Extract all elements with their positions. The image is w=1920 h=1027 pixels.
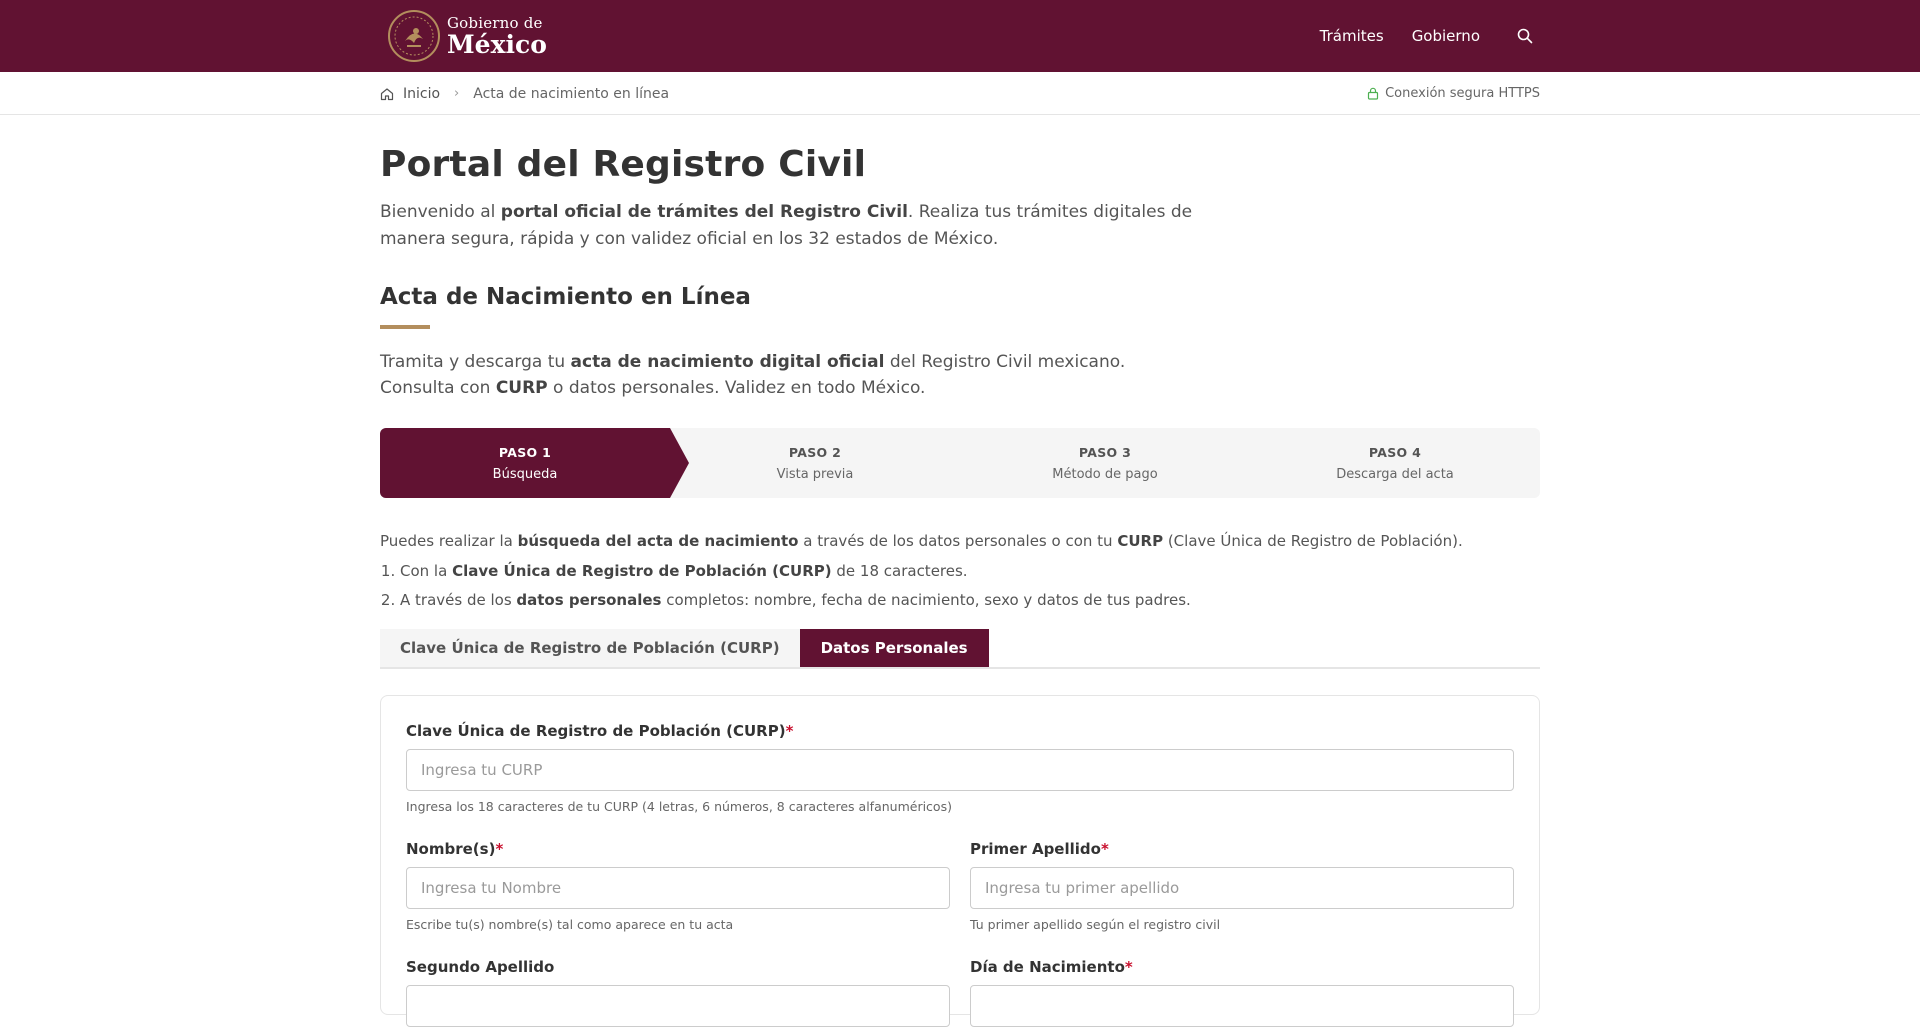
search-form: Clave Única de Registro de Población (CU… bbox=[380, 695, 1540, 1027]
top-header: Gobierno de México Trámites Gobierno bbox=[0, 0, 1920, 72]
intro-text: Bienvenido al portal oficial de trámites… bbox=[380, 202, 1193, 249]
page-title: Portal del Registro Civil bbox=[380, 144, 867, 185]
nombre-label: Nombre(s)* bbox=[406, 840, 504, 858]
step-2: PASO 2 Vista previa bbox=[670, 428, 960, 498]
list-item: A través de los datos personales complet… bbox=[400, 591, 1540, 609]
primer-apellido-input[interactable] bbox=[970, 867, 1514, 909]
step-label: Búsqueda bbox=[492, 466, 558, 482]
title-underline bbox=[380, 325, 430, 329]
home-icon[interactable] bbox=[380, 87, 394, 101]
segundo-apellido-input[interactable] bbox=[406, 985, 950, 1027]
primer-apellido-label: Primer Apellido* bbox=[970, 840, 1109, 858]
breadcrumb-current: Acta de nacimiento en línea bbox=[473, 85, 670, 102]
secure-connection: Conexión segura HTTPS bbox=[1367, 86, 1540, 101]
logo-line2: México bbox=[447, 29, 547, 59]
search-icon[interactable] bbox=[1516, 27, 1534, 45]
step-number: PASO 3 bbox=[1078, 444, 1132, 460]
main-nav: Trámites Gobierno bbox=[1292, 27, 1534, 45]
main-content: Portal del Registro Civil Bienvenido al … bbox=[380, 116, 1540, 1027]
step-label: Vista previa bbox=[776, 466, 854, 482]
search-instructions: Puedes realizar la búsqueda del acta de … bbox=[380, 532, 1463, 550]
step-3: PASO 3 Método de pago bbox=[960, 428, 1250, 498]
dia-nacimiento-input[interactable] bbox=[970, 985, 1514, 1027]
secure-label: Conexión segura HTTPS bbox=[1385, 86, 1540, 101]
progress-steps: PASO 1 Búsqueda PASO 2 Vista previa PASO… bbox=[380, 428, 1540, 498]
tab-curp[interactable]: Clave Única de Registro de Población (CU… bbox=[380, 629, 800, 667]
section-description: Tramita y descarga tu acta de nacimiento… bbox=[380, 352, 1126, 398]
step-1: PASO 1 Búsqueda bbox=[380, 428, 689, 498]
primer-apellido-help: Tu primer apellido según el registro civ… bbox=[970, 917, 1221, 932]
breadcrumb-bar: Inicio › Acta de nacimiento en línea Con… bbox=[0, 72, 1920, 115]
gobierno-logo[interactable]: Gobierno de México bbox=[387, 9, 547, 63]
curp-input[interactable] bbox=[406, 749, 1514, 791]
breadcrumb: Inicio › Acta de nacimiento en línea bbox=[380, 86, 669, 102]
step-4: PASO 4 Descarga del acta bbox=[1250, 428, 1540, 498]
segundo-apellido-label: Segundo Apellido bbox=[406, 958, 555, 976]
curp-help: Ingresa los 18 caracteres de tu CURP (4 … bbox=[406, 799, 952, 814]
list-item: Con la Clave Única de Registro de Poblac… bbox=[400, 562, 1540, 580]
step-label: Descarga del acta bbox=[1336, 466, 1454, 482]
step-number: PASO 4 bbox=[1368, 444, 1422, 460]
step-number: PASO 2 bbox=[788, 444, 842, 460]
logo-line1: Gobierno de bbox=[447, 13, 543, 32]
search-tabs: Clave Única de Registro de Población (CU… bbox=[380, 629, 1540, 669]
nav-gobierno[interactable]: Gobierno bbox=[1412, 27, 1480, 45]
tab-datos-personales[interactable]: Datos Personales bbox=[799, 629, 989, 667]
primer-apellido-field: Primer Apellido* Tu primer apellido segú… bbox=[970, 840, 1514, 932]
national-seal-icon bbox=[387, 9, 441, 63]
nombre-help: Escribe tu(s) nombre(s) tal como aparece… bbox=[406, 917, 734, 932]
section-title: Acta de Nacimiento en Línea bbox=[380, 284, 751, 310]
curp-field: Clave Única de Registro de Población (CU… bbox=[406, 722, 1514, 814]
nombre-input[interactable] bbox=[406, 867, 950, 909]
chevron-right-icon: › bbox=[454, 86, 460, 101]
nav-tramites[interactable]: Trámites bbox=[1320, 27, 1384, 45]
dia-nacimiento-label: Día de Nacimiento* bbox=[970, 958, 1133, 976]
search-options-list: Con la Clave Única de Registro de Poblac… bbox=[380, 562, 1540, 609]
nombre-field: Nombre(s)* Escribe tu(s) nombre(s) tal c… bbox=[406, 840, 950, 932]
breadcrumb-home[interactable]: Inicio bbox=[403, 86, 440, 102]
lock-icon bbox=[1367, 87, 1379, 100]
curp-label: Clave Única de Registro de Población (CU… bbox=[406, 722, 794, 740]
step-label: Método de pago bbox=[1052, 466, 1158, 482]
step-number: PASO 1 bbox=[498, 444, 552, 460]
